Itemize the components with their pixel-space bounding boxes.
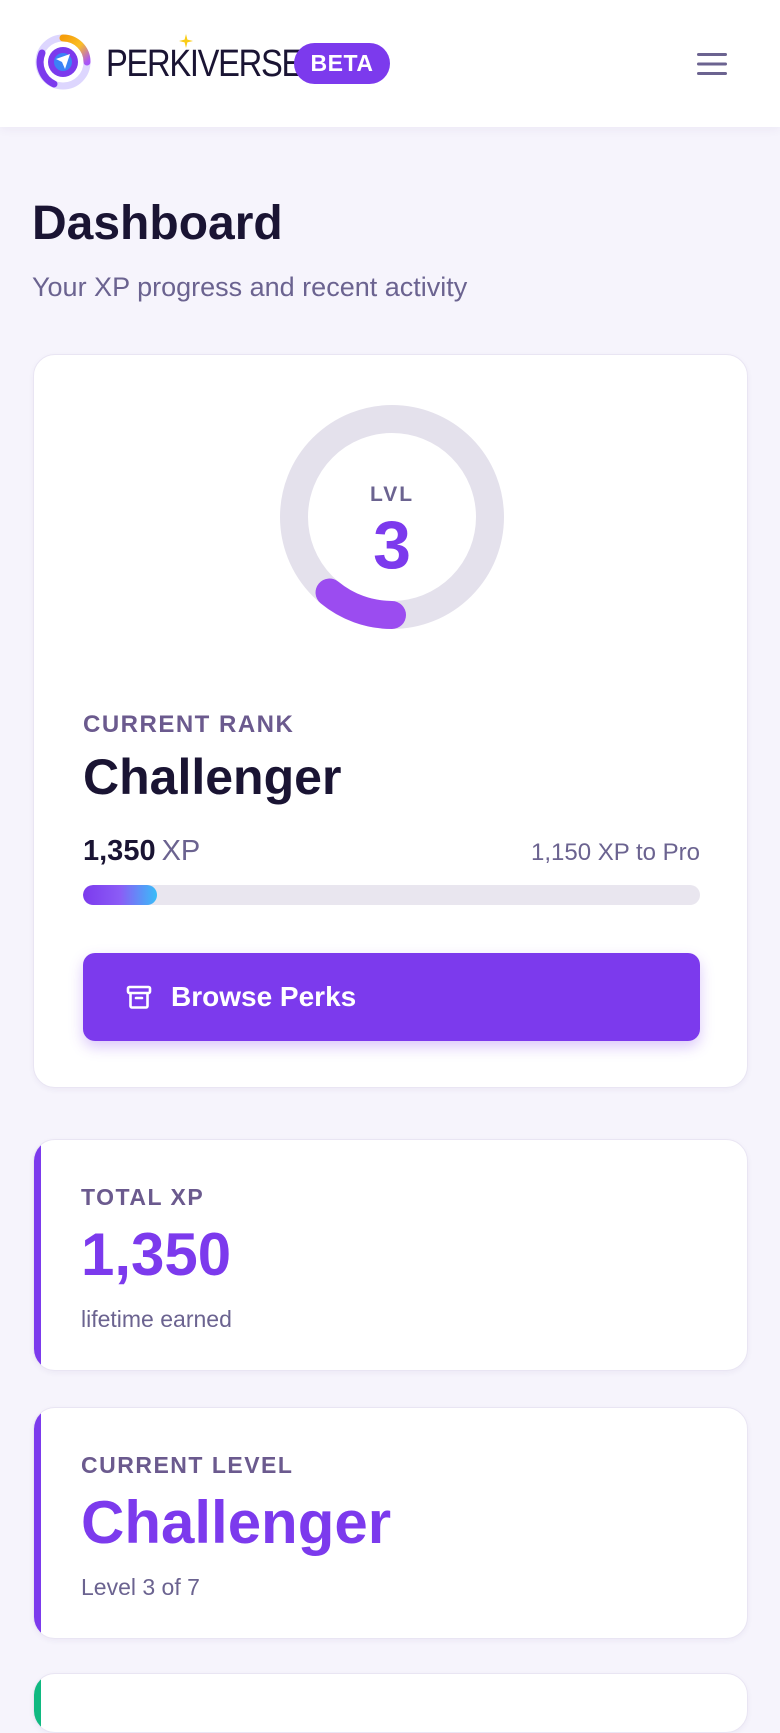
- current-level-label: CURRENT LEVEL: [81, 1452, 294, 1478]
- xp-total: 1,350 XP: [83, 835, 200, 868]
- card-accent-bar: [34, 1140, 41, 1370]
- level-ring-label: LVL: [369, 483, 415, 506]
- sparkle-icon: [179, 34, 193, 48]
- hamburger-menu-button[interactable]: [690, 44, 734, 84]
- brand-wordmark: PERKIVERSE: [106, 43, 303, 85]
- top-header: PERKIVERSE BETA: [0, 0, 780, 127]
- current-level-card: CURRENT LEVEL Challenger Level 3 of 7: [33, 1407, 748, 1639]
- total-xp-subtext: lifetime earned: [81, 1306, 232, 1332]
- total-xp-value: 1,350: [81, 1221, 232, 1288]
- page-title: Dashboard: [32, 197, 283, 250]
- current-rank-name: Challenger: [83, 749, 342, 805]
- total-xp-card: TOTAL XP 1,350 lifetime earned: [33, 1139, 748, 1371]
- level-progress-arc: [315, 578, 406, 629]
- next-stat-card: [33, 1673, 748, 1733]
- total-xp-label: TOTAL XP: [81, 1184, 205, 1210]
- perkiverse-logo-icon[interactable]: [34, 33, 92, 91]
- xp-progress-bar: [83, 885, 700, 905]
- beta-badge: BETA: [294, 43, 390, 84]
- card-accent-bar: [34, 1674, 41, 1732]
- xp-progress-fill: [83, 885, 158, 905]
- xp-to-next-rank: 1,150 XP to Pro: [530, 839, 700, 866]
- level-number: 3: [373, 507, 411, 583]
- current-level-value: Challenger: [81, 1489, 392, 1556]
- current-rank-label: CURRENT RANK: [83, 711, 295, 738]
- card-accent-bar: [34, 1408, 41, 1638]
- xp-value: 1,350: [83, 835, 156, 867]
- page-subtitle: Your XP progress and recent activity: [32, 272, 468, 302]
- current-level-subtext: Level 3 of 7: [81, 1574, 200, 1600]
- archive-box-icon: [126, 985, 152, 1009]
- browse-perks-button[interactable]: Browse Perks: [83, 953, 700, 1041]
- xp-unit: XP: [161, 835, 201, 867]
- browse-perks-label: Browse Perks: [171, 981, 357, 1012]
- hamburger-menu-icon: [697, 53, 727, 75]
- level-progress-card: LVL 3 CURRENT RANK Challenger 1,350 XP 1,…: [33, 354, 748, 1088]
- xp-row: 1,350 XP 1,150 XP to Pro: [83, 835, 700, 871]
